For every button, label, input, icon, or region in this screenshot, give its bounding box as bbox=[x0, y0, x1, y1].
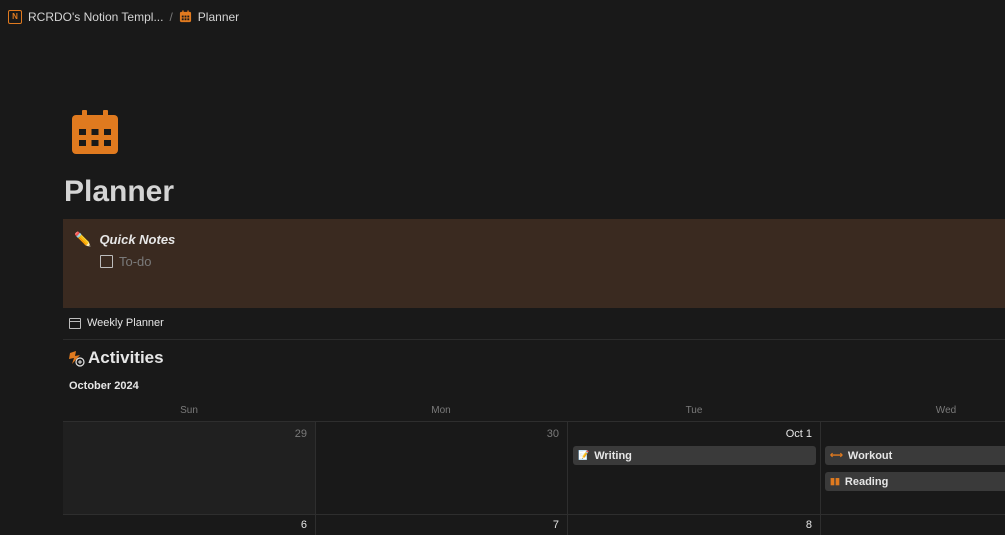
pencil-icon: ✏️ bbox=[74, 231, 92, 247]
event-card-reading[interactable]: ▮▮ Reading bbox=[825, 472, 1005, 491]
calendar-grid: 29 30 Oct 1 📝 Writing ⟷ Workout ▮▮ Readi… bbox=[63, 421, 1005, 535]
notion-logo-icon: N bbox=[8, 9, 22, 24]
calendar-icon[interactable] bbox=[72, 110, 118, 154]
callout-header: ✏️ Quick Notes bbox=[74, 231, 175, 248]
dumbbell-icon: ⟷ bbox=[830, 450, 843, 460]
day-number: 7 bbox=[552, 519, 559, 531]
event-label: Reading bbox=[844, 475, 889, 488]
calendar-cell[interactable] bbox=[821, 515, 1005, 535]
todo-checkbox[interactable] bbox=[100, 255, 113, 268]
memo-icon: 📝 bbox=[578, 450, 590, 460]
event-label: Writing bbox=[594, 449, 632, 462]
breadcrumb-workspace-label: RCRDO's Notion Templ... bbox=[28, 9, 164, 24]
day-number: 30 bbox=[546, 428, 559, 440]
day-number: Oct 1 bbox=[785, 428, 812, 440]
event-label: Workout bbox=[847, 449, 893, 462]
weekly-planner-link[interactable]: Weekly Planner bbox=[69, 317, 164, 329]
callout-title: Quick Notes bbox=[99, 232, 176, 247]
day-number: 8 bbox=[805, 519, 812, 531]
weekday-tue: Tue bbox=[685, 405, 703, 416]
todo-item[interactable]: To-do bbox=[100, 254, 152, 269]
quick-notes-callout: ✏️ Quick Notes To-do bbox=[63, 219, 1005, 308]
weekday-wed: Wed bbox=[935, 405, 957, 416]
breadcrumb: N RCRDO's Notion Templ... / Planner bbox=[0, 0, 1005, 33]
activities-title: Activities bbox=[88, 348, 164, 367]
calendar-cell[interactable]: 7 bbox=[316, 515, 568, 535]
breadcrumb-workspace[interactable]: N RCRDO's Notion Templ... bbox=[4, 8, 167, 26]
calendar-cell[interactable]: 29 bbox=[63, 422, 316, 514]
calendar-icon bbox=[179, 10, 191, 23]
calendar-view-icon bbox=[69, 317, 81, 329]
calendar-cell[interactable]: 8 bbox=[568, 515, 821, 535]
page-title: Planner bbox=[64, 175, 175, 208]
activities-heading: Activities bbox=[68, 348, 164, 368]
breadcrumb-page-label: Planner bbox=[197, 9, 240, 24]
weekday-sun: Sun bbox=[180, 405, 198, 416]
weekday-mon: Mon bbox=[431, 405, 451, 416]
calendar-cell[interactable]: Oct 1 📝 Writing bbox=[568, 422, 821, 514]
breadcrumb-separator: / bbox=[169, 9, 173, 24]
event-card-writing[interactable]: 📝 Writing bbox=[573, 446, 816, 465]
month-label: October 2024 bbox=[69, 380, 139, 392]
divider bbox=[63, 339, 1005, 340]
calendar-cell[interactable]: 30 bbox=[316, 422, 568, 514]
day-number: 6 bbox=[300, 519, 307, 531]
calendar-cell[interactable]: ⟷ Workout ▮▮ Reading bbox=[821, 422, 1005, 514]
day-number: 29 bbox=[294, 428, 307, 440]
event-card-workout[interactable]: ⟷ Workout bbox=[825, 446, 1005, 465]
calendar-cell[interactable]: 6 bbox=[63, 515, 316, 535]
book-icon: ▮▮ bbox=[830, 476, 840, 486]
weekly-planner-label: Weekly Planner bbox=[87, 317, 164, 329]
activities-icon bbox=[69, 351, 85, 367]
todo-placeholder[interactable]: To-do bbox=[119, 254, 152, 269]
breadcrumb-page[interactable]: Planner bbox=[175, 8, 243, 26]
